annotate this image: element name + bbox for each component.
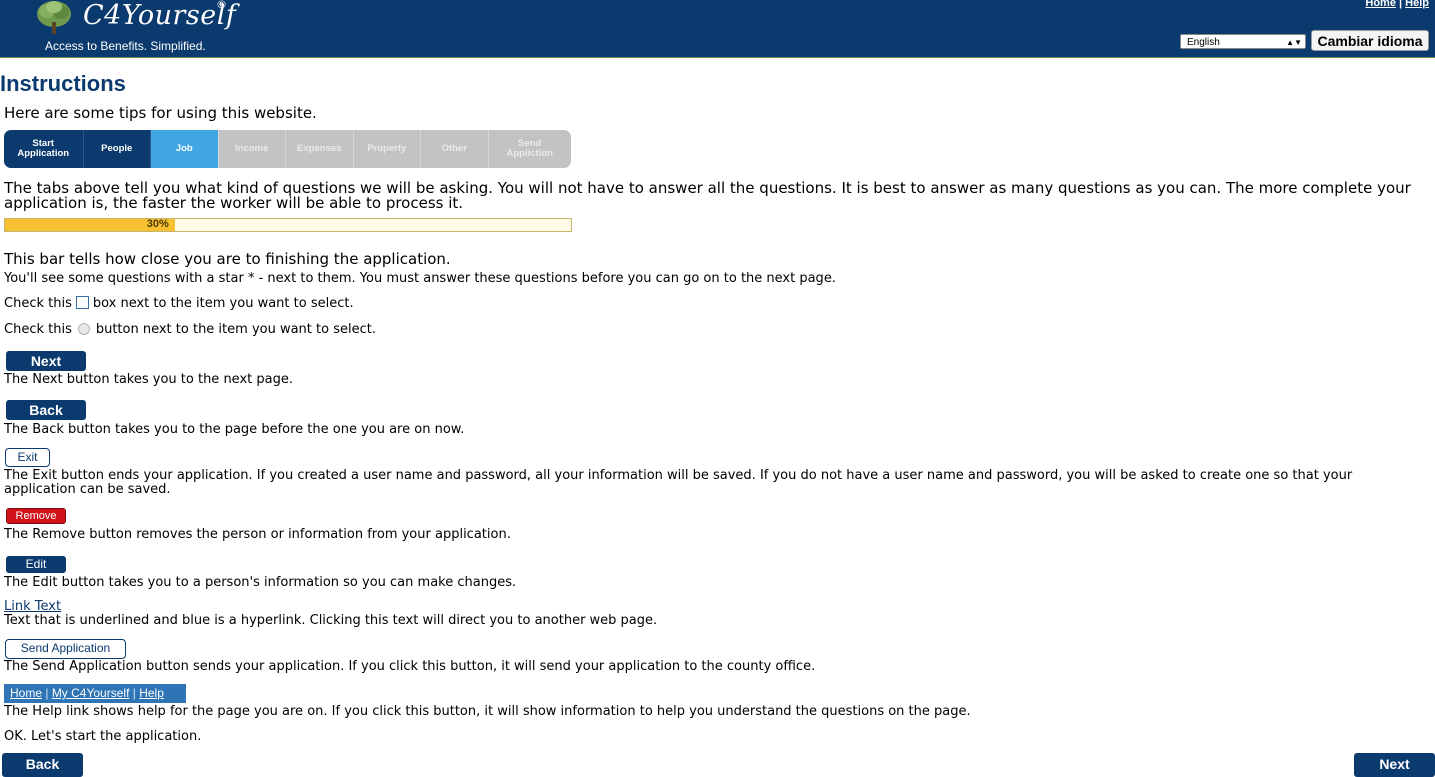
sample-link-text: Link Text — [4, 599, 62, 614]
checkbox-instruction: Check this box next to the item you want … — [4, 296, 354, 311]
radio-instruction: Check this button next to the item you wa… — [4, 322, 376, 337]
tabs-description-line2: application is, the faster the worker wi… — [4, 194, 464, 212]
navbar-my-c4yourself-link: My C4Yourself — [51, 686, 130, 700]
tab-people: People — [83, 130, 151, 168]
navbar-home-link: Home — [10, 686, 43, 700]
radio-instruction-post: button next to the item you want to sele… — [95, 322, 376, 337]
tab-property: Property — [353, 130, 421, 168]
send-application-description: The Send Application button sends your a… — [4, 659, 816, 674]
link-description: Text that is underlined and blue is a hy… — [4, 613, 658, 628]
next-description: The Next button takes you to the next pa… — [4, 372, 293, 387]
ok-start-text: OK. Let's start the application. — [4, 729, 202, 744]
help-description: The Help link shows help for the page yo… — [4, 704, 971, 719]
registered-mark: ® — [216, 0, 227, 11]
sample-back-button: Back — [6, 400, 86, 420]
language-selected: English — [1187, 37, 1220, 48]
tab-send-application: Send Appliction — [488, 130, 571, 168]
top-links: Home | Help — [1365, 0, 1429, 9]
back-button[interactable]: Back — [2, 753, 83, 777]
sample-radio-button — [77, 323, 90, 335]
language-select[interactable]: English ▲▼ — [1180, 34, 1306, 49]
sample-remove-button: Remove — [6, 508, 66, 524]
sample-edit-button: Edit — [6, 556, 66, 573]
tab-expenses: Expenses — [286, 130, 354, 168]
remove-description: The Remove button removes the person or … — [4, 527, 511, 542]
checkbox-instruction-pre: Check this — [4, 296, 72, 311]
edit-description: The Edit button takes you to a person's … — [4, 575, 517, 590]
navbar-separator: | — [129, 686, 140, 700]
radio-instruction-pre: Check this — [4, 322, 72, 337]
navbar-help-link: Help — [139, 686, 164, 700]
sample-send-application-button: Send Application — [5, 639, 126, 659]
checkbox-instruction-post: box next to the item you want to select. — [92, 296, 354, 311]
change-language-button[interactable]: Cambiar idioma — [1311, 30, 1429, 51]
progress-bar: 30% — [4, 218, 572, 232]
next-button[interactable]: Next — [1354, 753, 1435, 777]
sample-checkbox — [75, 296, 89, 309]
back-description: The Back button takes you to the page be… — [4, 422, 465, 437]
site-logo-text[interactable]: C4Yourself — [83, 0, 236, 31]
tab-start-application: Start Application — [4, 130, 84, 168]
sample-exit-button: Exit — [5, 448, 50, 467]
progress-description: This bar tells how close you are to fini… — [4, 250, 451, 268]
navbar-separator: | — [42, 686, 52, 700]
required-star-description: You'll see some questions with a star * … — [4, 271, 836, 286]
site-header: C4Yourself ® Access to Benefits. Simplif… — [0, 0, 1435, 58]
sample-help-navbar: Home | My C4Yourself | Help — [4, 684, 186, 703]
sample-next-button: Next — [6, 351, 86, 371]
tree-logo-icon — [37, 1, 71, 34]
intro-text: Here are some tips for using this websit… — [4, 104, 317, 122]
exit-description-line1: The Exit button ends your application. I… — [4, 468, 1353, 483]
home-link[interactable]: Home — [1365, 0, 1396, 9]
site-tagline: Access to Benefits. Simplified. — [45, 39, 206, 53]
select-arrows-icon: ▲▼ — [1286, 38, 1302, 47]
exit-description-line2: application can be saved. — [4, 482, 171, 497]
tab-job: Job — [151, 130, 219, 168]
application-tabs: Start Application People Job Income Expe… — [4, 130, 571, 168]
page-title: Instructions — [0, 71, 126, 96]
tab-other: Other — [421, 130, 489, 168]
help-link[interactable]: Help — [1405, 0, 1429, 9]
link-separator: | — [1399, 0, 1403, 9]
tab-income: Income — [218, 130, 286, 168]
progress-percent-label: 30% — [146, 218, 169, 230]
